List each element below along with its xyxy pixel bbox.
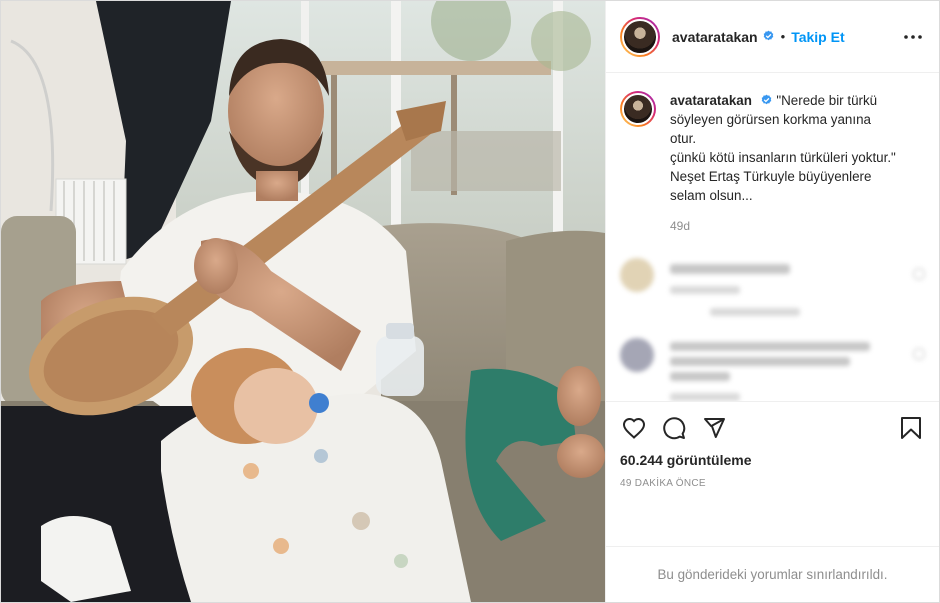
action-bar bbox=[620, 412, 925, 444]
bookmark-icon[interactable] bbox=[897, 414, 925, 442]
caption-line: selam olsun... bbox=[670, 188, 753, 203]
caption-timestamp: 49d bbox=[670, 219, 691, 233]
blurred-text bbox=[670, 264, 790, 274]
comment-like-icon bbox=[913, 348, 925, 360]
comment-item bbox=[620, 338, 925, 401]
blurred-text bbox=[670, 393, 740, 401]
comment-item bbox=[620, 258, 925, 316]
blurred-text bbox=[670, 342, 870, 351]
verified-badge-icon bbox=[763, 30, 773, 41]
caption-line: "Nerede bir türkü bbox=[776, 93, 878, 108]
avatar-image bbox=[622, 18, 658, 55]
post-side-panel: avataratakan • Takip Et avataratakan "Ne… bbox=[605, 1, 939, 602]
blurred-text bbox=[710, 308, 800, 316]
view-count[interactable]: 60.244 görüntüleme bbox=[620, 452, 925, 468]
comment-avatar bbox=[620, 258, 654, 292]
caption-line: Neşet Ertaş Türkuyle büyüyenlere bbox=[670, 169, 872, 184]
comment-avatar bbox=[620, 338, 654, 372]
post-timestamp: 49 DAKİKA ÖNCE bbox=[620, 478, 706, 489]
caption-avatar[interactable] bbox=[620, 91, 656, 127]
comment-text bbox=[670, 338, 890, 401]
more-options-icon[interactable] bbox=[901, 25, 925, 49]
post-actions: 60.244 görüntüleme 49 DAKİKA ÖNCE bbox=[606, 401, 939, 546]
video-frame-illustration bbox=[1, 1, 605, 602]
caption-username[interactable]: avataratakan bbox=[670, 93, 752, 108]
paper-plane-icon[interactable] bbox=[700, 414, 728, 442]
blurred-text bbox=[670, 357, 850, 366]
blurred-text bbox=[670, 286, 740, 294]
blurred-comments bbox=[606, 258, 939, 401]
header-separator: • bbox=[780, 29, 786, 44]
blurred-text bbox=[670, 372, 730, 381]
instagram-post: avataratakan • Takip Et avataratakan "Ne… bbox=[0, 0, 940, 603]
avatar-image bbox=[622, 93, 654, 125]
post-video[interactable] bbox=[1, 1, 605, 602]
author-username[interactable]: avataratakan bbox=[672, 29, 758, 45]
author-avatar[interactable] bbox=[620, 16, 660, 57]
comment-text bbox=[670, 258, 890, 316]
caption-body: avataratakan "Nerede bir türkü söyleyen … bbox=[670, 91, 920, 236]
comments-area[interactable]: avataratakan "Nerede bir türkü söyleyen … bbox=[606, 73, 939, 401]
post-header: avataratakan • Takip Et bbox=[606, 1, 939, 73]
caption-line: otur. bbox=[670, 131, 697, 146]
caption-line: çünkü kötü insanların türküleri yoktur." bbox=[670, 150, 896, 165]
comments-restricted-notice: Bu gönderideki yorumlar sınırlandırıldı. bbox=[606, 546, 939, 602]
caption-line: söyleyen görürsen korkma yanına bbox=[670, 112, 871, 127]
heart-icon[interactable] bbox=[620, 414, 648, 442]
verified-badge-icon bbox=[761, 94, 771, 105]
post-caption: avataratakan "Nerede bir türkü söyleyen … bbox=[606, 73, 939, 236]
comment-bubble-icon[interactable] bbox=[660, 414, 688, 442]
follow-button[interactable]: Takip Et bbox=[791, 29, 844, 45]
comment-like-icon bbox=[913, 268, 925, 280]
